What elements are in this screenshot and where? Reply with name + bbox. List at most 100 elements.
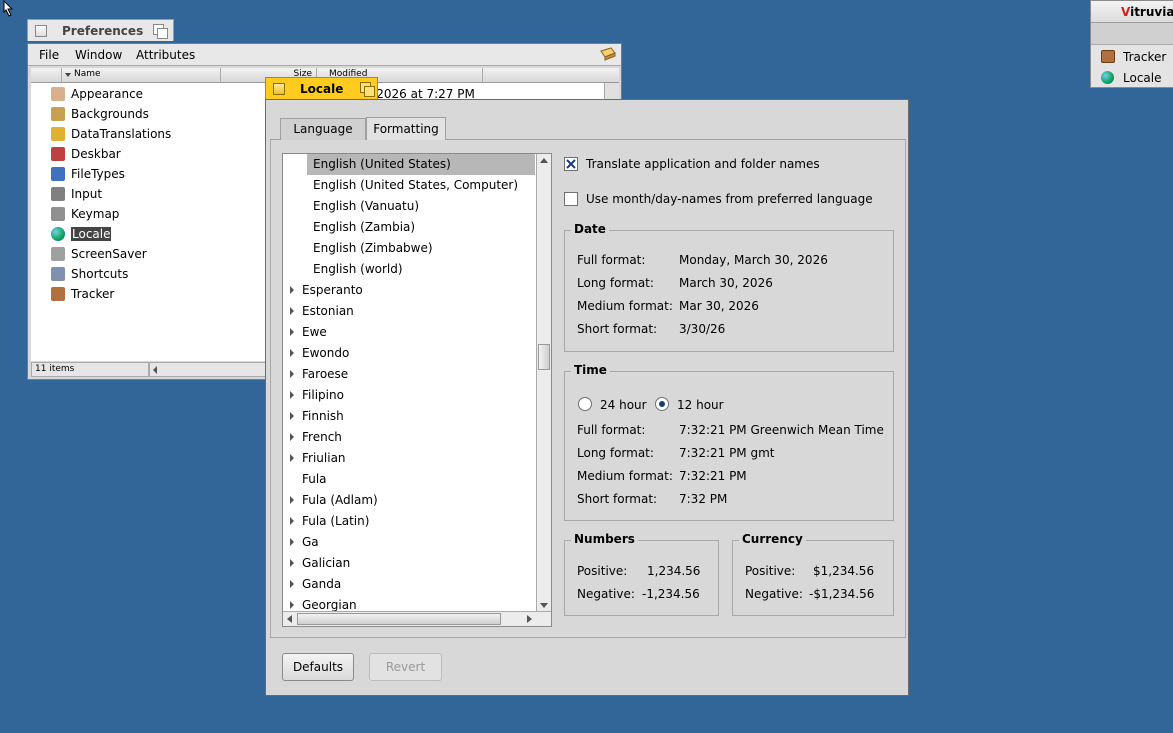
language-item[interactable]: Ewondo — [284, 343, 535, 364]
list-item-deskbar[interactable]: Deskbar — [49, 145, 169, 163]
list-item-filetypes[interactable]: FileTypes — [49, 165, 169, 183]
expand-arrow-icon[interactable] — [290, 433, 294, 441]
translate-names-checkbox[interactable]: Translate application and folder names — [564, 155, 864, 173]
expand-arrow-icon[interactable] — [290, 580, 294, 588]
expand-arrow-icon[interactable] — [290, 391, 294, 399]
currency-positive-key: Positive: — [745, 564, 796, 578]
language-item[interactable]: Fula — [284, 469, 535, 490]
language-item[interactable]: Esperanto — [284, 280, 535, 301]
input-icon — [51, 187, 65, 201]
scroll-left-icon[interactable] — [287, 615, 292, 623]
expand-arrow-icon[interactable] — [290, 307, 294, 315]
time-legend: Time — [571, 363, 610, 377]
language-item[interactable]: English (Vanuatu) — [307, 196, 535, 217]
expand-arrow-icon[interactable] — [290, 538, 294, 546]
scroll-left-icon[interactable] — [153, 366, 157, 374]
expand-arrow-icon[interactable] — [290, 328, 294, 336]
scroll-right-icon[interactable] — [527, 615, 532, 623]
expand-arrow-icon[interactable] — [290, 286, 294, 294]
tab-formatting[interactable]: Formatting — [366, 117, 446, 141]
expand-arrow-icon[interactable] — [290, 517, 294, 525]
language-item[interactable]: English (Zimbabwe) — [307, 238, 535, 259]
expand-arrow-icon[interactable] — [290, 349, 294, 357]
month-names-checkbox[interactable]: Use month/day-names from preferred langu… — [564, 190, 874, 208]
revert-button[interactable]: Revert — [369, 653, 442, 681]
list-item-label: Shortcuts — [71, 267, 129, 281]
expand-arrow-icon[interactable] — [290, 559, 294, 567]
radio-12-hour[interactable]: 12 hour — [655, 397, 735, 415]
language-label: Fula (Adlam) — [302, 493, 378, 507]
language-item[interactable]: Friulian — [284, 448, 535, 469]
language-item[interactable]: Filipino — [284, 385, 535, 406]
language-item[interactable]: Faroese — [284, 364, 535, 385]
list-item-datatranslations[interactable]: DataTranslations — [49, 125, 171, 143]
list-vertical-scrollbar[interactable] — [536, 154, 551, 612]
menu-window[interactable]: Window — [75, 48, 122, 62]
zoom-button[interactable] — [360, 82, 375, 97]
defaults-button[interactable]: Defaults — [282, 653, 354, 681]
scroll-down-icon[interactable] — [540, 603, 548, 608]
window-title: Locale — [300, 82, 344, 96]
language-list[interactable]: English (United States) English (United S… — [282, 153, 552, 627]
scroll-up-icon[interactable] — [540, 158, 548, 163]
date-legend: Date — [571, 222, 609, 236]
language-item[interactable]: Fula (Adlam) — [284, 490, 535, 511]
deskbar-spacer — [1091, 23, 1173, 45]
deskbar-item-label: Tracker — [1123, 50, 1167, 64]
radio-button[interactable] — [578, 397, 592, 411]
scroll-thumb-horizontal[interactable] — [297, 613, 501, 625]
expand-arrow-icon[interactable] — [290, 370, 294, 378]
list-item-tracker[interactable]: Tracker — [49, 285, 169, 303]
tab-language[interactable]: Language — [280, 118, 366, 140]
deskbar-title[interactable]: Vitruvian — [1091, 1, 1173, 23]
language-label: Friulian — [302, 451, 346, 465]
radio-button[interactable] — [655, 397, 669, 411]
list-item-backgrounds[interactable]: Backgrounds — [49, 105, 169, 123]
checkbox[interactable] — [564, 157, 578, 171]
deskbar-item-locale[interactable]: Locale — [1091, 68, 1173, 88]
language-item[interactable]: English (United States) — [307, 154, 535, 175]
language-item[interactable]: English (world) — [307, 259, 535, 280]
expand-arrow-icon[interactable] — [290, 601, 294, 609]
time-value: 7:32:21 PM Greenwich Mean Time — [679, 423, 884, 437]
column-name[interactable]: Name — [61, 68, 221, 83]
expand-arrow-icon[interactable] — [290, 454, 294, 462]
checkbox[interactable] — [564, 192, 578, 206]
language-item[interactable]: Ewe — [284, 322, 535, 343]
language-item[interactable]: Estonian — [284, 301, 535, 322]
language-item[interactable]: Finnish — [284, 406, 535, 427]
list-item-appearance[interactable]: Appearance — [49, 85, 169, 103]
language-item[interactable]: Galician — [284, 553, 535, 574]
language-label: English (United States, Computer) — [313, 178, 519, 192]
language-label: English (Zambia) — [313, 220, 416, 234]
horizontal-scrollbar[interactable] — [149, 362, 269, 377]
list-item-shortcuts[interactable]: Shortcuts — [49, 265, 169, 283]
deskbar-item-tracker[interactable]: Tracker — [1091, 47, 1173, 67]
language-item[interactable]: Ganda — [284, 574, 535, 595]
close-button[interactable] — [273, 83, 285, 95]
menu-file[interactable]: File — [39, 48, 59, 62]
tracker-menu-icon[interactable] — [600, 47, 616, 61]
list-item-keymap[interactable]: Keymap — [49, 205, 169, 223]
list-item-screensaver[interactable]: ScreenSaver — [49, 245, 169, 263]
filetypes-icon — [51, 167, 65, 181]
date-key: Medium format: — [577, 299, 673, 313]
expand-arrow-icon[interactable] — [290, 412, 294, 420]
radio-24-hour[interactable]: 24 hour — [578, 397, 648, 415]
checkbox-label: Translate application and folder names — [586, 157, 820, 171]
close-button[interactable] — [35, 25, 47, 37]
scroll-thumb[interactable] — [538, 344, 550, 370]
list-item-input[interactable]: Input — [49, 185, 169, 203]
expand-arrow-icon[interactable] — [290, 496, 294, 504]
locale-title-tab[interactable]: Locale — [265, 77, 378, 99]
language-item[interactable]: English (United States, Computer) — [307, 175, 535, 196]
language-item[interactable]: Ga — [284, 532, 535, 553]
zoom-button[interactable] — [153, 24, 168, 39]
language-item[interactable]: English (Zambia) — [307, 217, 535, 238]
menu-attributes[interactable]: Attributes — [136, 48, 195, 62]
list-item-locale[interactable]: Locale — [49, 225, 169, 243]
list-horizontal-scrollbar[interactable] — [283, 611, 551, 626]
language-item[interactable]: French — [284, 427, 535, 448]
preferences-title-tab[interactable]: Preferences — [27, 19, 174, 41]
language-item[interactable]: Fula (Latin) — [284, 511, 535, 532]
